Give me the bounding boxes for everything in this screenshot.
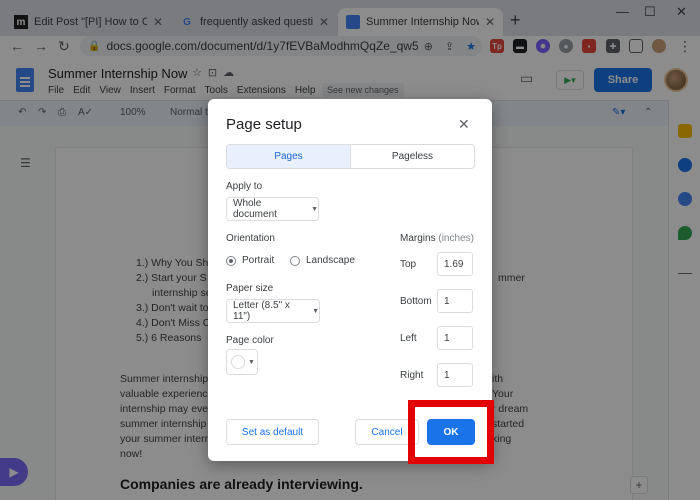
margin-top-label: Top — [400, 259, 417, 270]
margins-unit: (inches) — [438, 233, 474, 244]
chevron-down-icon: ▼ — [312, 307, 319, 315]
paper-size-dropdown[interactable]: Letter (8.5" x 11") ▼ — [226, 299, 320, 323]
tab-pageless[interactable]: Pageless — [351, 145, 474, 168]
apply-to-label: Apply to — [226, 181, 263, 192]
set-as-default-button[interactable]: Set as default — [226, 419, 319, 445]
chevron-down-icon: ▼ — [248, 358, 255, 366]
portrait-label: Portrait — [242, 255, 275, 266]
portrait-radio[interactable]: Portrait — [226, 255, 274, 266]
apply-to-value: Whole document — [233, 198, 277, 220]
landscape-label: Landscape — [306, 255, 355, 266]
tab-pages[interactable]: Pages — [227, 145, 351, 168]
margin-top-input[interactable]: 1.69 — [437, 252, 473, 276]
close-icon[interactable]: ✕ — [458, 116, 470, 133]
page-color-picker[interactable]: ▼ — [226, 349, 258, 375]
page-mode-toggle: Pages Pageless — [226, 144, 475, 169]
ok-highlight-box — [408, 400, 494, 464]
landscape-radio[interactable]: Landscape — [290, 255, 355, 266]
margins-label: Margins (inches) — [400, 233, 474, 244]
radio-unselected-icon — [290, 255, 300, 266]
margin-bottom-input[interactable]: 1 — [437, 289, 473, 313]
page-color-label: Page color — [226, 335, 274, 346]
paper-size-value: Letter (8.5" x 11") — [233, 300, 290, 322]
margin-bottom-label: Bottom — [400, 296, 432, 307]
orientation-label: Orientation — [226, 233, 275, 244]
apply-to-dropdown[interactable]: Whole document ▼ — [226, 197, 319, 221]
margin-right-input[interactable]: 1 — [437, 363, 473, 387]
dialog-title: Page setup — [226, 116, 302, 133]
margin-left-input[interactable]: 1 — [437, 326, 473, 350]
radio-selected-icon — [226, 255, 236, 266]
margin-left-label: Left — [400, 333, 417, 344]
margin-right-label: Right — [400, 370, 424, 381]
margins-title: Margins — [400, 233, 436, 244]
chevron-down-icon: ▼ — [311, 205, 318, 213]
paper-size-label: Paper size — [226, 283, 274, 294]
color-swatch — [231, 355, 245, 369]
